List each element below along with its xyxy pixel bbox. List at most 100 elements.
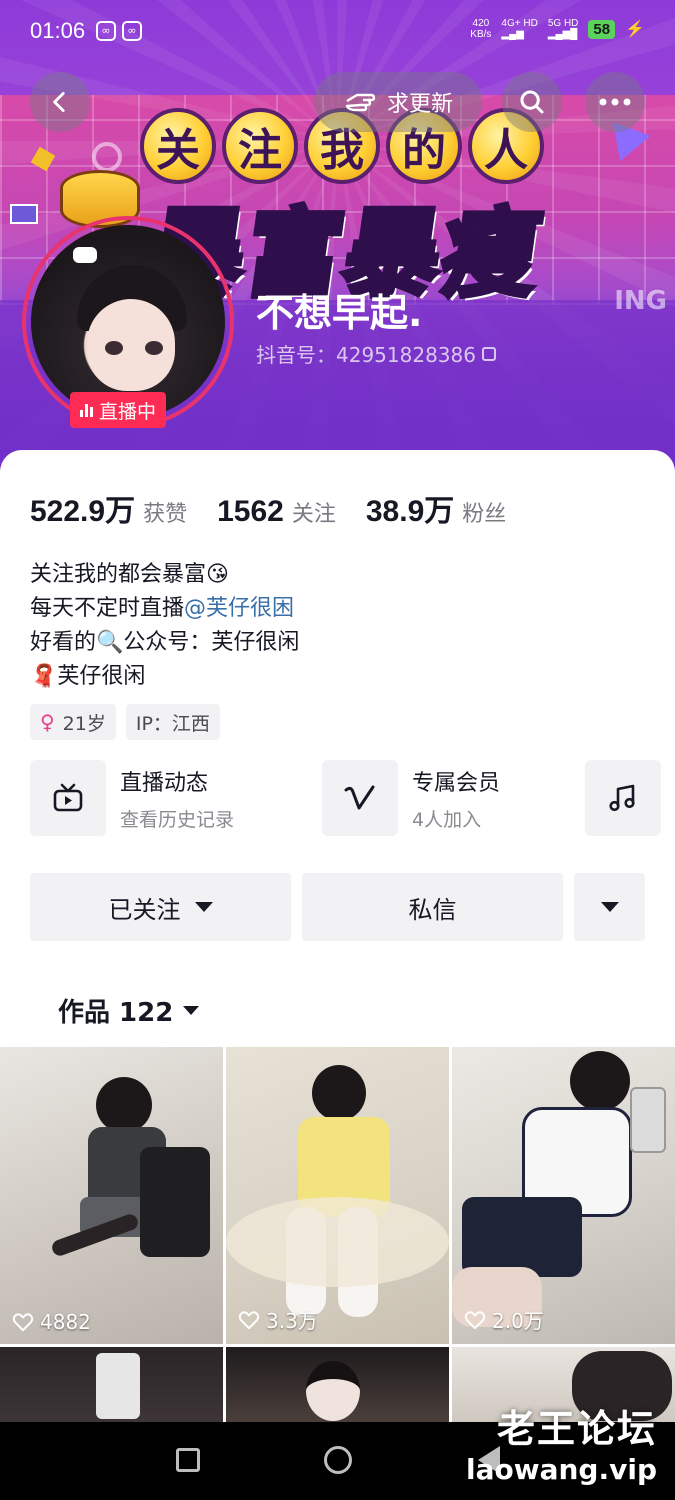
stat-followers[interactable]: 38.9万 粉丝 (366, 486, 506, 530)
thumbnail-figure (570, 1051, 630, 1111)
video-likes-count: 3.3万 (266, 1309, 318, 1333)
bio-mention-link[interactable]: @芙仔很困 (184, 596, 294, 621)
thumbnail-figure (306, 1361, 360, 1421)
membership-shortcut[interactable]: 专属会员 4人加入 (322, 760, 500, 836)
stat-value: 1562 (217, 495, 284, 528)
profile-stats: 522.9万 获赞 1562 关注 38.9万 粉丝 (30, 486, 536, 530)
music-shortcut[interactable] (585, 760, 661, 836)
banner-decor-circle (92, 142, 122, 172)
video-thumbnail[interactable]: 4882 (0, 1047, 223, 1344)
banner-art-char: 注 (222, 108, 298, 184)
live-badge-label: 直播中 (99, 400, 157, 423)
more-dots-icon (599, 98, 631, 106)
music-note-icon (585, 760, 661, 836)
works-tab-label: 作品 122 (58, 998, 174, 1028)
v-icon (322, 760, 398, 836)
feature-shortcuts: 直播动态 查看历史记录 专属会员 4人加入 (30, 760, 670, 836)
battery-icon: 58 (588, 19, 616, 39)
copy-icon[interactable] (481, 346, 496, 361)
signal-2: 5G HD ▂▄▆█ (548, 18, 579, 40)
app-notification-icon: ∞ (96, 21, 116, 41)
tv-icon (30, 760, 106, 836)
banner-decor-square (10, 204, 38, 224)
thumbnail-figure (312, 1065, 366, 1121)
message-label: 私信 (408, 895, 457, 924)
avatar (31, 225, 225, 419)
request-update-label: 求更新 (386, 92, 453, 117)
network-speed-unit: KB/s (470, 29, 492, 40)
watermark-title: 老王论坛 (496, 1407, 657, 1451)
membership-subtitle: 4人加入 (412, 808, 482, 831)
thumbnail-chair (140, 1147, 210, 1257)
douyin-id-text: 抖音号：42951828386 (256, 343, 476, 367)
thumbnail-cushion (226, 1197, 449, 1287)
profile-tags: ♀ 21岁 IP：江西 (30, 704, 220, 740)
video-thumbnail[interactable]: 2.0万 (452, 1047, 675, 1344)
signal-bars-icon: ▂▄▆ (501, 29, 524, 40)
recent-apps-icon[interactable] (176, 1448, 200, 1472)
video-thumbnail[interactable] (0, 1347, 223, 1422)
video-likes: 4882 (12, 1310, 91, 1334)
signal-1-label: 4G+ HD (501, 18, 538, 29)
search-icon (520, 90, 544, 114)
video-likes: 2.0万 (464, 1305, 544, 1334)
profile-name: 不想早起. (256, 291, 423, 335)
stat-following[interactable]: 1562 关注 (217, 495, 336, 529)
douyin-id[interactable]: 抖音号：42951828386 (256, 339, 496, 368)
heart-icon (12, 1313, 34, 1332)
following-label: 已关注 (108, 895, 181, 924)
age-tag-text: 21岁 (62, 712, 106, 735)
live-badge[interactable]: 直播中 (70, 392, 167, 428)
more-options-button[interactable] (585, 72, 645, 132)
request-update-button[interactable]: 求更新 (314, 72, 482, 132)
chevron-left-icon (53, 91, 65, 113)
signal-1: 4G+ HD ▂▄▆ (501, 18, 537, 40)
live-history-text: 直播动态 查看历史记录 (120, 765, 234, 832)
back-button[interactable] (30, 72, 90, 132)
expand-recommendations-button[interactable] (574, 873, 645, 941)
network-speed: 420 KB/s (470, 18, 491, 40)
membership-text: 专属会员 4人加入 (412, 765, 500, 832)
banner-art-char: 关 (140, 108, 216, 184)
stat-label: 粉丝 (462, 502, 507, 527)
live-history-shortcut[interactable]: 直播动态 查看历史记录 (30, 760, 234, 836)
thumbnail-figure (96, 1077, 152, 1133)
stat-label: 获赞 (143, 502, 188, 527)
live-history-title: 直播动态 (120, 770, 209, 796)
watermark: 老王论坛 laowang.vip (466, 1398, 657, 1486)
bio-text: 每天不定时直播 (30, 596, 185, 621)
female-icon: ♀ (40, 710, 55, 734)
thumbnail-figure (462, 1197, 582, 1277)
video-likes-count: 2.0万 (492, 1309, 544, 1333)
avatar-eye (145, 341, 163, 355)
status-time: 01:06 (30, 18, 86, 43)
age-tag: ♀ 21岁 (30, 704, 116, 740)
following-button[interactable]: 已关注 (30, 873, 291, 941)
hand-pointer-icon (345, 93, 376, 112)
live-bars-icon (80, 403, 93, 417)
search-button[interactable] (502, 72, 562, 132)
heart-icon (238, 1310, 260, 1329)
tab-works[interactable]: 作品 122 (58, 992, 200, 1029)
profile-bio: 关注我的都会暴富😘 每天不定时直播@芙仔很困 好看的🔍公众号：芙仔很闲 🧣芙仔很… (30, 558, 299, 694)
app-notification-icon: ∞ (122, 21, 142, 41)
bio-line: 🧣芙仔很闲 (30, 664, 146, 689)
caret-down-icon (600, 902, 619, 912)
live-history-subtitle: 查看历史记录 (120, 808, 235, 831)
message-button[interactable]: 私信 (302, 873, 563, 941)
video-thumbnail[interactable]: 3.3万 (226, 1047, 449, 1344)
profile-actions: 已关注 私信 (30, 873, 645, 941)
video-thumbnail[interactable] (226, 1347, 449, 1422)
avatar-eye (105, 341, 123, 355)
stat-label: 关注 (291, 502, 336, 527)
avatar-bow (73, 247, 97, 263)
home-icon[interactable] (324, 1446, 352, 1474)
video-grid: 4882 3.3万 2.0万 (0, 1047, 675, 1422)
stat-likes[interactable]: 522.9万 获赞 (30, 486, 187, 530)
caret-down-icon (183, 1006, 200, 1015)
thumbnail-phone (630, 1087, 666, 1153)
video-likes-count: 4882 (40, 1310, 91, 1334)
charging-icon: ⚡ (625, 21, 645, 38)
profile-card: 522.9万 获赞 1562 关注 38.9万 粉丝 关注我的都会暴富😘 每天不… (0, 450, 675, 1050)
stat-value: 522.9万 (30, 495, 136, 528)
